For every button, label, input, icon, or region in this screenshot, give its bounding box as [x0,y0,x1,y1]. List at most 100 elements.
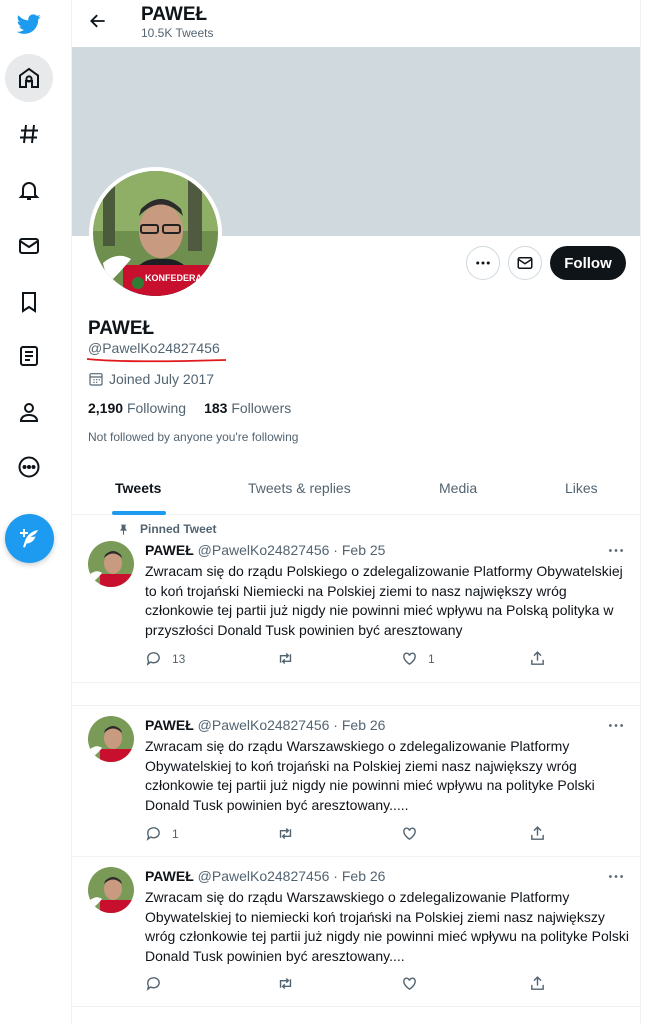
tab-tweets[interactable]: Tweets [115,480,161,496]
tweet-text: Zwracam się do rządu Warszawskiego o zde… [145,738,595,813]
tweet-actions [145,975,625,995]
share-button[interactable] [529,975,546,992]
tweet-text: Zwracam się do rządu Polskiego o zdelega… [145,563,623,638]
tweet-actions: 1 [145,825,625,845]
twitter-logo-icon[interactable] [5,0,53,48]
tweet-divider [72,856,640,857]
profile-avatar[interactable]: KONFEDERACJA [89,167,222,300]
reply-icon [146,652,160,666]
joined-text: Joined July 2017 [109,371,215,387]
envelope-icon [517,257,533,269]
tweet-date[interactable]: Feb 25 [342,542,386,558]
nav-rail [0,0,58,1024]
tweet-divider [72,682,640,706]
profile-tabs: Tweets Tweets & replies Media Likes [72,466,640,515]
reply-button[interactable]: 13 [145,650,185,667]
retweet-icon [279,653,292,664]
more-options-icon[interactable] [5,443,53,491]
not-followed-notice: Not followed by anyone you're following [88,430,299,444]
lists-icon[interactable] [5,332,53,380]
tweet-more-icon[interactable] [606,718,626,732]
following-link[interactable]: 2,190 Following [88,400,186,416]
reply-count: 1 [172,826,179,841]
tweet-author-name[interactable]: PAWEŁ [145,542,194,558]
pinned-label-text: Pinned Tweet [140,522,217,536]
joined-date: Joined July 2017 [88,371,214,387]
tweet-avatar[interactable] [88,541,134,587]
following-label: Following [126,400,187,416]
retweet-icon [279,978,292,989]
notifications-bell-icon[interactable] [5,166,53,214]
tweet-avatar[interactable] [88,867,134,913]
more-options-button[interactable] [466,246,500,280]
like-button[interactable]: 1 [401,650,435,667]
following-count: 2,190 [88,400,124,416]
tweet-author-handle[interactable]: @PawelKo24827456 [198,717,330,733]
header-profile-name: PAWEŁ [141,4,208,25]
retweet-icon [279,828,292,839]
follow-button[interactable]: Follow [550,246,626,280]
home-icon[interactable] [5,54,53,102]
profile-header-bar: PAWEŁ 10.5K Tweets [72,0,640,47]
tweet-author-name[interactable]: PAWEŁ [145,717,194,733]
tab-likes[interactable]: Likes [565,480,598,496]
tweet-avatar[interactable] [88,716,134,762]
like-button[interactable] [401,975,428,992]
calendar-icon [89,373,103,386]
pin-icon [119,524,128,535]
tweet-separator: · [329,868,342,884]
tweet-author-name[interactable]: PAWEŁ [145,868,194,884]
ellipsis-icon [476,261,490,265]
tweet-date[interactable]: Feb 26 [342,868,386,884]
explore-hashtag-icon[interactable] [5,110,53,158]
retweet-button[interactable] [277,975,304,992]
reply-button[interactable]: 1 [145,825,179,842]
reply-count: 13 [172,651,186,666]
avatar-badge-text: KONFEDERACJA [145,273,218,283]
share-icon [531,651,544,665]
profile-handle: @PawelKo24827456 [88,340,220,356]
reply-button[interactable] [145,975,172,992]
share-button[interactable] [529,825,546,842]
share-button[interactable] [529,650,546,667]
follow-stats: 2,190 Following 183 Followers [88,400,291,416]
tweet-text: Zwracam się do rządu Warszawskiego o zde… [145,889,629,964]
profile-column: PAWEŁ 10.5K Tweets KONFEDERACJA Follow P… [71,0,641,1024]
back-arrow-icon[interactable] [85,8,111,34]
tweet-header: PAWEŁ @PawelKo24827456 · Feb 26 [145,717,385,733]
reply-icon [146,977,160,991]
share-icon [531,826,544,840]
compose-tweet-button[interactable] [5,514,54,563]
like-button[interactable] [401,825,428,842]
retweet-button[interactable] [277,650,304,667]
tab-tweets-replies[interactable]: Tweets & replies [248,480,351,496]
share-icon [531,976,544,990]
tweet-author-handle[interactable]: @PawelKo24827456 [198,542,330,558]
followers-label: Followers [231,400,292,416]
tweet-date[interactable]: Feb 26 [342,717,386,733]
heart-icon [403,652,416,666]
retweet-button[interactable] [277,825,304,842]
header-tweet-count: 10.5K Tweets [141,26,214,40]
tweet-author-handle[interactable]: @PawelKo24827456 [198,868,330,884]
tweet-more-icon[interactable] [606,543,626,557]
message-button[interactable] [508,246,542,280]
tweet-header: PAWEŁ @PawelKo24827456 · Feb 25 [145,542,385,558]
profile-name: PAWEŁ [88,318,155,339]
active-tab-indicator [112,511,166,515]
bookmarks-icon[interactable] [5,278,53,326]
messages-envelope-icon[interactable] [5,222,53,270]
tweet-header: PAWEŁ @PawelKo24827456 · Feb 26 [145,868,385,884]
like-count: 1 [428,651,435,666]
red-annotation-underline [86,358,227,363]
pinned-tweet-label: Pinned Tweet [117,522,216,536]
tweet-divider [72,1006,640,1007]
tab-media[interactable]: Media [439,480,477,496]
feather-plus-icon [19,528,38,547]
tweet-more-icon[interactable] [606,869,626,883]
followers-link[interactable]: 183 Followers [204,400,291,416]
tweet-separator: · [329,717,342,733]
heart-icon [403,827,416,841]
profile-person-icon[interactable] [5,388,53,436]
heart-icon [403,977,416,991]
